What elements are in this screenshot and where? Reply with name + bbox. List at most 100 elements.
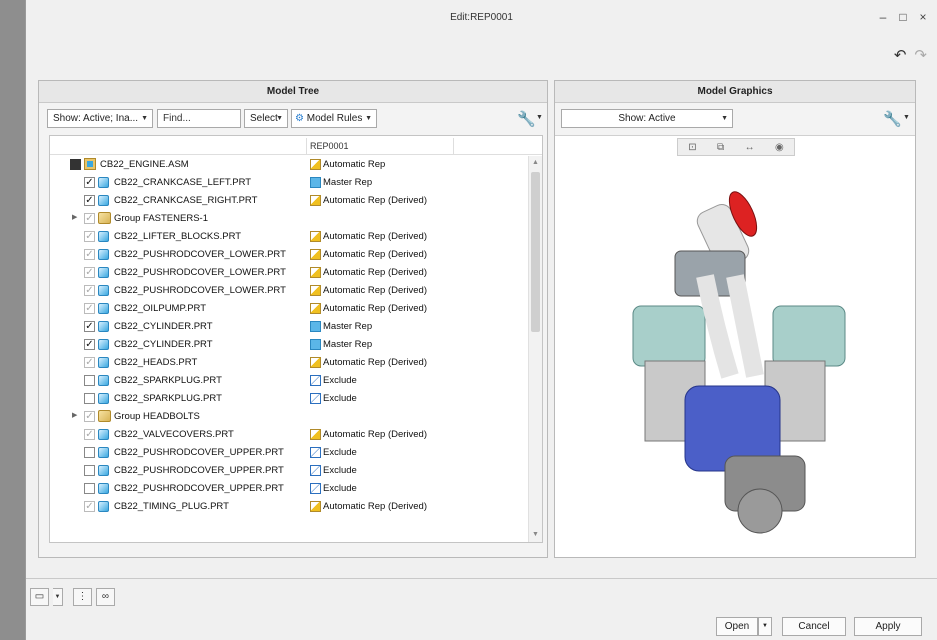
row-checkbox[interactable] (84, 483, 95, 494)
row-rep-cell[interactable]: Automatic Rep (Derived) (310, 303, 427, 314)
row-rep-cell[interactable]: Exclude (310, 375, 357, 386)
tree-row[interactable]: ✓ CB22_OILPUMP.PRT Automatic Rep (Derived) (50, 300, 528, 318)
row-rep-cell[interactable]: Automatic Rep (310, 159, 385, 170)
row-rep-cell[interactable]: Exclude (310, 447, 357, 458)
tree-row[interactable]: ▶ ✓ Group FASTENERS-1 (50, 210, 528, 228)
row-checkbox[interactable] (84, 465, 95, 476)
row-checkbox[interactable]: ✓ (84, 249, 95, 260)
row-checkbox[interactable]: ✓ (84, 213, 95, 224)
select-dropdown[interactable]: Select ▼ (244, 109, 288, 128)
tree-row[interactable]: CB22_ENGINE.ASM Automatic Rep (50, 156, 528, 174)
row-rep-cell[interactable]: Automatic Rep (Derived) (310, 285, 427, 296)
maximize-button[interactable]: □ (897, 10, 909, 24)
graphics-settings-icon[interactable]: 🔧 (883, 110, 902, 128)
tree-row[interactable]: ✓ CB22_CYLINDER.PRT Master Rep (50, 318, 528, 336)
master-rep-icon (310, 177, 321, 188)
row-rep-cell[interactable]: Exclude (310, 483, 357, 494)
model-rules-button[interactable]: ⚙ Model Rules ▼ (291, 109, 377, 128)
row-checkbox[interactable]: ✓ (84, 231, 95, 242)
tree-row[interactable]: ✓ CB22_VALVECOVERS.PRT Automatic Rep (Deri… (50, 426, 528, 444)
tree-row[interactable]: CB22_PUSHRODCOVER_UPPER.PRT Exclude (50, 462, 528, 480)
cancel-button[interactable]: Cancel (782, 617, 846, 636)
row-rep-cell[interactable]: Automatic Rep (Derived) (310, 249, 427, 260)
undo-icon[interactable]: ↶ (894, 46, 907, 64)
redo-icon[interactable]: ↷ (914, 46, 927, 64)
auto-rep-icon (310, 429, 321, 440)
row-checkbox[interactable] (84, 447, 95, 458)
row-rep-cell[interactable]: Automatic Rep (Derived) (310, 267, 427, 278)
row-checkbox[interactable]: ✓ (84, 303, 95, 314)
expand-arrow-icon[interactable]: ▶ (72, 411, 77, 419)
row-checkbox[interactable]: ✓ (84, 195, 95, 206)
rep-column-header[interactable]: REP0001 (310, 141, 349, 151)
row-rep-label: Automatic Rep (Derived) (323, 231, 428, 242)
graphics-viewport[interactable]: ⊡ ⧉ ↔ ◉ (555, 135, 915, 557)
row-checkbox[interactable] (84, 375, 95, 386)
tree-settings-icon[interactable]: 🔧 (517, 110, 536, 128)
row-rep-cell[interactable]: Automatic Rep (Derived) (310, 357, 427, 368)
tree-row[interactable]: ✓ CB22_PUSHRODCOVER_LOWER.PRT Automatic Re… (50, 282, 528, 300)
row-rep-cell[interactable]: Automatic Rep (Derived) (310, 501, 427, 512)
view-orient-icon[interactable]: ⧉ (717, 142, 724, 153)
row-checkbox[interactable] (84, 393, 95, 404)
tree-row[interactable]: ▶ ✓ Group HEADBOLTS (50, 408, 528, 426)
row-checkbox[interactable]: ✓ (84, 285, 95, 296)
row-rep-cell[interactable]: Master Rep (310, 321, 372, 332)
row-checkbox[interactable]: ✓ (84, 411, 95, 422)
row-checkbox[interactable]: ✓ (84, 177, 95, 188)
chevron-down-icon[interactable]: ▼ (536, 114, 543, 121)
tree-row[interactable]: ✓ CB22_PUSHRODCOVER_LOWER.PRT Automatic Re… (50, 264, 528, 282)
row-rep-label: Exclude (323, 465, 357, 476)
row-checkbox[interactable]: ✓ (84, 321, 95, 332)
apply-button[interactable]: Apply (854, 617, 922, 636)
row-checkbox[interactable]: ✓ (84, 429, 95, 440)
name-column-header (50, 138, 307, 155)
glasses-icon[interactable]: ∞ (96, 588, 115, 606)
pan-icon[interactable]: ↔ (745, 142, 755, 153)
tree-scrollbar[interactable]: ▲ ▼ (528, 156, 542, 542)
row-rep-cell[interactable]: Exclude (310, 393, 357, 404)
tree-column-header: REP0001 (50, 138, 542, 155)
row-rep-cell[interactable]: Exclude (310, 465, 357, 476)
tree-row[interactable]: ✓ CB22_TIMING_PLUG.PRT Automatic Rep (Deri… (50, 498, 528, 516)
expand-arrow-icon[interactable]: ▶ (72, 213, 77, 221)
close-button[interactable]: × (917, 10, 929, 24)
tree-row[interactable]: ✓ CB22_CRANKCASE_LEFT.PRT Master Rep (50, 174, 528, 192)
tree-row[interactable]: ✓ CB22_HEADS.PRT Automatic Rep (Derived) (50, 354, 528, 372)
row-checkbox[interactable]: ✓ (84, 267, 95, 278)
row-checkbox[interactable]: ✓ (84, 357, 95, 368)
row-checkbox[interactable]: ✓ (84, 339, 95, 350)
row-rep-cell[interactable]: Automatic Rep (Derived) (310, 231, 427, 242)
row-rep-cell[interactable]: Automatic Rep (Derived) (310, 195, 427, 206)
row-rep-cell[interactable]: Master Rep (310, 339, 372, 350)
find-input[interactable]: Find... (157, 109, 241, 128)
tree-row[interactable]: ✓ CB22_CRANKCASE_RIGHT.PRT Automatic Rep (… (50, 192, 528, 210)
scroll-thumb[interactable] (531, 172, 540, 332)
tree-row[interactable]: CB22_SPARKPLUG.PRT Exclude (50, 372, 528, 390)
tree-row[interactable]: ✓ CB22_PUSHRODCOVER_LOWER.PRT Automatic Re… (50, 246, 528, 264)
tree-row[interactable]: CB22_PUSHRODCOVER_UPPER.PRT Exclude (50, 444, 528, 462)
minimize-button[interactable]: – (877, 10, 889, 24)
layout-icon[interactable]: ▭ (30, 588, 49, 606)
display-style-icon[interactable]: ◉ (775, 142, 784, 153)
zoom-fit-icon[interactable]: ⊡ (688, 142, 696, 153)
chevron-down-icon[interactable]: ▼ (53, 588, 63, 606)
tree-row[interactable]: ✓ CB22_CYLINDER.PRT Master Rep (50, 336, 528, 354)
open-dropdown-arrow[interactable]: ▼ (758, 617, 772, 636)
row-rep-cell[interactable]: Master Rep (310, 177, 372, 188)
tree-row[interactable]: CB22_PUSHRODCOVER_UPPER.PRT Exclude (50, 480, 528, 498)
chevron-down-icon[interactable]: ▼ (903, 114, 910, 121)
open-button[interactable]: Open (716, 617, 758, 636)
show-filter-select[interactable]: Show: Active; Ina... ▼ (47, 109, 153, 128)
engine-model-image (632, 191, 846, 534)
tree-row[interactable]: CB22_SPARKPLUG.PRT Exclude (50, 390, 528, 408)
scroll-down-icon[interactable]: ▼ (532, 531, 539, 538)
row-checkbox[interactable] (70, 159, 81, 170)
row-rep-cell[interactable]: Automatic Rep (Derived) (310, 429, 427, 440)
row-name: CB22_PUSHRODCOVER_LOWER.PRT (114, 285, 286, 296)
tree-view-icon[interactable]: ⋮ (73, 588, 92, 606)
scroll-up-icon[interactable]: ▲ (532, 159, 539, 166)
row-checkbox[interactable]: ✓ (84, 501, 95, 512)
tree-row[interactable]: ✓ CB22_LIFTER_BLOCKS.PRT Automatic Rep (De… (50, 228, 528, 246)
graphics-show-select[interactable]: Show: Active ▼ (561, 109, 733, 128)
